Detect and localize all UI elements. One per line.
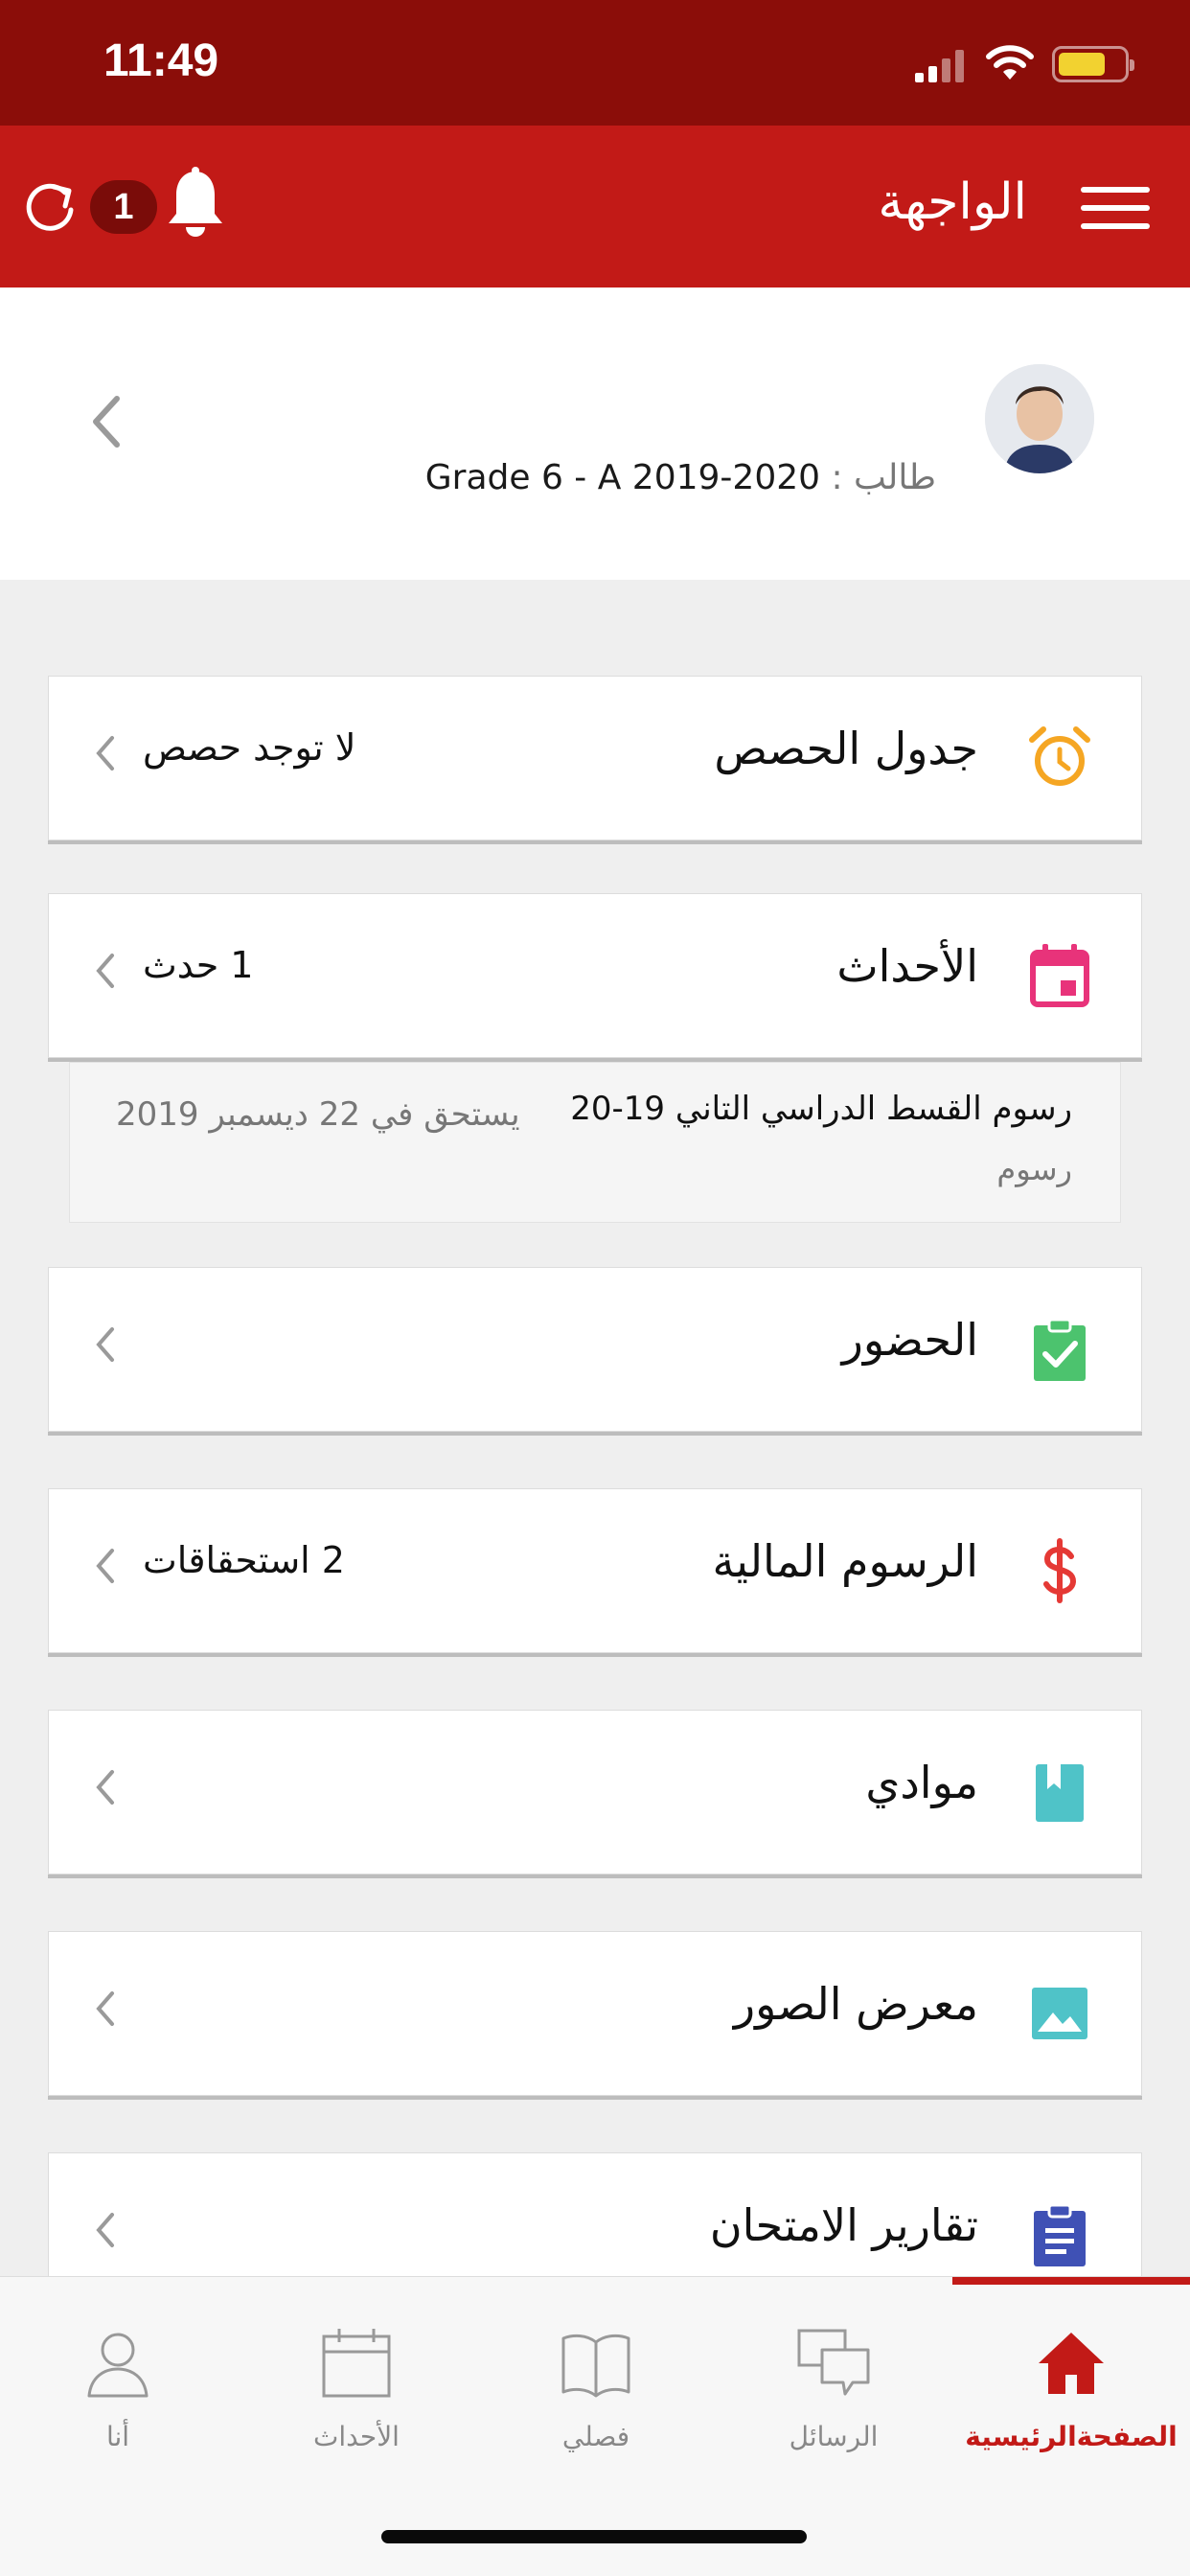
card-title: الحضور	[841, 1314, 978, 1366]
chevron-left-icon	[96, 954, 114, 988]
student-label: طالب :	[831, 458, 936, 497]
tab-me[interactable]: أنا	[8, 2325, 228, 2459]
student-profile[interactable]: طالب : Grade 6 - A 2019-2020	[0, 288, 1190, 580]
card-events[interactable]: الأحداث 1 حدث	[48, 893, 1142, 1058]
chevron-left-icon	[96, 1327, 114, 1362]
tab-label: فصلي	[561, 2421, 630, 2452]
chevron-left-icon	[96, 1770, 114, 1805]
alarm-clock-icon	[1029, 726, 1090, 786]
card-title: الرسوم المالية	[712, 1535, 978, 1587]
clipboard-check-icon	[1034, 1318, 1086, 1381]
card-title: جدول الحصص	[714, 723, 978, 774]
user-icon	[87, 2333, 149, 2398]
calendar-icon	[1030, 944, 1089, 1007]
app-header: 1 الواجهة	[0, 126, 1190, 288]
home-icon	[1039, 2333, 1104, 2394]
home-indicator	[381, 2530, 807, 2543]
avatar	[985, 364, 1094, 473]
menu-icon[interactable]	[1081, 187, 1150, 229]
tab-label: أنا	[105, 2421, 130, 2452]
card-value: 1 حدث	[143, 944, 254, 986]
status-bar: 11:49	[0, 0, 1190, 126]
card-title: تقارير الامتحان	[709, 2199, 978, 2251]
book-icon	[1036, 1764, 1084, 1822]
tab-label: الصفحةالرئيسية	[965, 2421, 1178, 2452]
tab-events[interactable]: الأحداث	[246, 2325, 467, 2459]
chevron-left-icon	[96, 736, 114, 770]
card-title: الأحداث	[836, 940, 978, 992]
page-title: الواجهة	[878, 173, 1027, 231]
calendar-icon	[322, 2329, 391, 2398]
chevron-left-icon	[96, 1991, 114, 2026]
tab-label: الرسائل	[789, 2421, 879, 2452]
clipboard-list-icon	[1034, 2203, 1086, 2266]
wifi-icon	[986, 45, 1034, 80]
tab-label: الأحداث	[313, 2421, 400, 2452]
chevron-left-icon	[96, 1549, 114, 1583]
card-attendance[interactable]: الحضور	[48, 1267, 1142, 1432]
chevron-left-icon	[96, 2213, 114, 2247]
tab-messages[interactable]: الرسائل	[723, 2325, 944, 2459]
student-grade: Grade 6 - A 2019-2020	[424, 458, 821, 497]
event-category: رسوم	[996, 1151, 1072, 1187]
bell-icon[interactable]	[165, 166, 226, 242]
card-title: موادي	[865, 1757, 978, 1808]
card-photo-gallery[interactable]: معرض الصور	[48, 1931, 1142, 2096]
card-class-schedule[interactable]: جدول الحصص لا توجد حصص	[48, 676, 1142, 840]
card-title: معرض الصور	[733, 1978, 978, 2030]
book-open-icon	[561, 2334, 630, 2398]
card-fees[interactable]: الرسوم المالية 2 استحقاقات	[48, 1488, 1142, 1653]
active-tab-indicator	[952, 2277, 1190, 2285]
dollar-icon	[1043, 1538, 1077, 1603]
event-title: رسوم القسط الدراسي التاني 19-20	[570, 1090, 1072, 1128]
event-due-date: يستحق في 22 ديسمبر 2019	[116, 1095, 520, 1134]
chevron-left-icon[interactable]	[88, 393, 126, 450]
card-my-subjects[interactable]: موادي	[48, 1710, 1142, 1874]
student-info: طالب : Grade 6 - A 2019-2020	[425, 458, 936, 497]
refresh-icon[interactable]	[21, 173, 79, 235]
notification-count-badge[interactable]: 1	[90, 180, 157, 234]
battery-icon	[1052, 46, 1134, 82]
tab-my-class[interactable]: فصلي	[486, 2325, 706, 2459]
status-time: 11:49	[103, 35, 219, 86]
card-value: لا توجد حصص	[143, 726, 356, 769]
event-item[interactable]: رسوم القسط الدراسي التاني 19-20 رسوم يست…	[69, 1062, 1121, 1223]
messages-icon	[797, 2329, 870, 2396]
signal-icon	[915, 50, 964, 82]
card-value: 2 استحقاقات	[143, 1539, 345, 1581]
tab-home[interactable]: الصفحةالرئيسية	[961, 2325, 1181, 2459]
image-icon	[1032, 1988, 1087, 2039]
